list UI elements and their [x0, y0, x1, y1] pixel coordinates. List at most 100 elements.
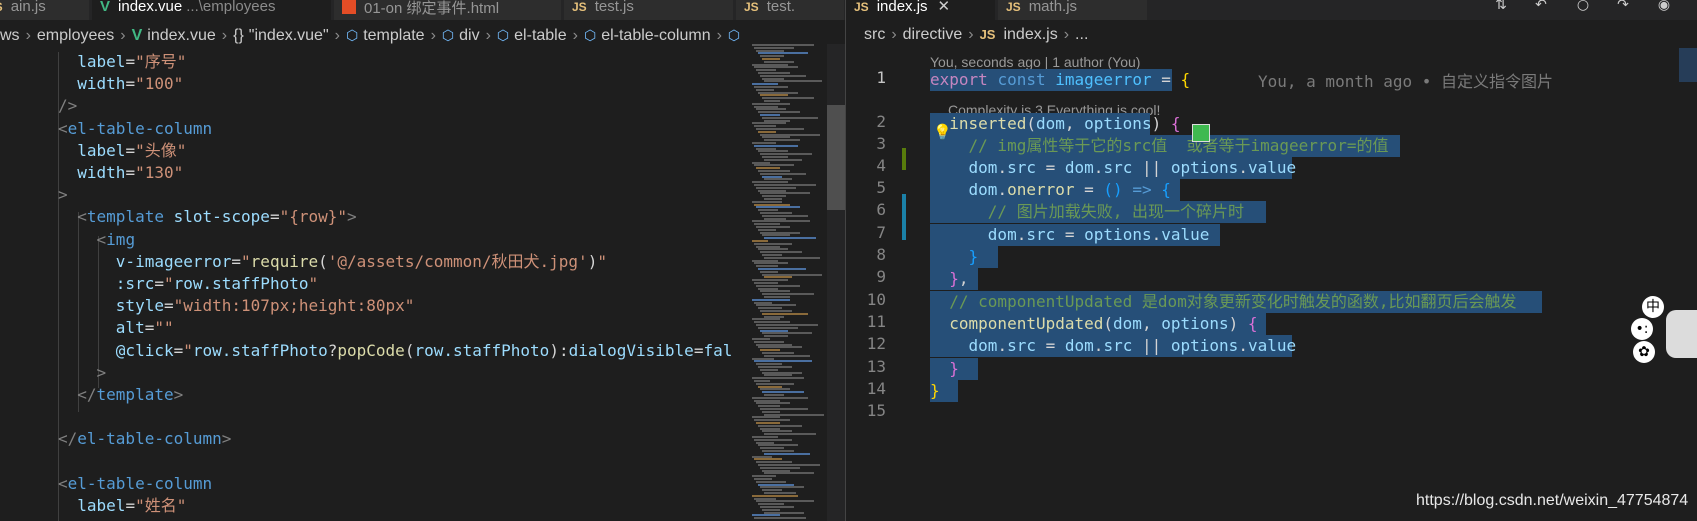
code-line[interactable]: dom.onerror = () => {	[930, 178, 1171, 202]
code-token: options	[1170, 158, 1239, 177]
code-line[interactable]: }	[930, 357, 959, 381]
code-token: "{row}"	[279, 207, 348, 227]
minimap-row	[754, 125, 776, 128]
code-line[interactable]: width="100"	[58, 72, 183, 96]
minimap-row	[758, 483, 794, 486]
left-code-area[interactable]: label="序号" width="100"/> <el-table-column…	[58, 44, 748, 521]
breadcrumb-item[interactable]: src	[864, 26, 885, 43]
minimap-row	[754, 282, 778, 284]
code-token: >	[173, 385, 184, 404]
code-line[interactable]: alt=""	[58, 316, 174, 340]
breadcrumb-item[interactable]: template	[363, 27, 424, 44]
overview-ruler-selection	[1679, 48, 1697, 82]
minimap-row	[752, 396, 808, 399]
code-line[interactable]: style="width:107px;height:80px"	[58, 294, 415, 318]
code-line[interactable]: // componentUpdated 是dom对象更新变化时触发的函数,比如翻…	[930, 290, 1516, 314]
breadcrumb-item[interactable]: "index.vue"	[249, 27, 329, 44]
tab-index-vue[interactable]: Vindex.vue ...\employees	[92, 0, 332, 20]
code-line[interactable]: label="头像"	[58, 139, 186, 163]
code-line[interactable]: >	[58, 183, 68, 207]
code-line[interactable]: :src="row.staffPhoto"	[58, 272, 318, 296]
code-line[interactable]: // 图片加载失败, 出现一个碎片时	[930, 200, 1244, 224]
lightbulb-icon[interactable]: 💡	[933, 123, 952, 141]
ime-punctuation-icon[interactable]: •:	[1631, 318, 1653, 340]
code-token: "	[183, 340, 193, 360]
code-line[interactable]: width="130"	[58, 161, 183, 185]
minimap[interactable]	[748, 44, 828, 521]
code-line[interactable]: v-imageerror="require('@/assets/common/秋…	[58, 250, 607, 274]
code-token: =	[125, 74, 136, 94]
code-line[interactable]: }	[930, 245, 979, 269]
breadcrumb-item[interactable]: employees	[37, 27, 114, 44]
code-token: v-imageerror	[115, 251, 232, 271]
code-line[interactable]: label="序号"	[58, 50, 186, 74]
breadcrumb-item[interactable]: div	[459, 27, 479, 44]
code-token: export	[930, 70, 988, 89]
breadcrumb-item[interactable]: el-table	[514, 27, 566, 44]
tab-main-js[interactable]: JS ain.js	[0, 0, 90, 20]
code-line[interactable]: dom.src = dom.src || options.value	[930, 334, 1297, 358]
code-line[interactable]: componentUpdated(dom, options) {	[930, 312, 1258, 336]
code-token: {	[1247, 314, 1258, 333]
minimap-row	[754, 399, 780, 402]
code-line[interactable]: <template slot-scope="{row}">	[58, 205, 356, 229]
color-swatch-icon[interactable]	[1192, 124, 1210, 142]
ime-chinese-icon[interactable]: 中	[1642, 296, 1664, 318]
code-line[interactable]: }	[930, 379, 940, 403]
code-token: }	[949, 269, 959, 288]
minimap-row	[764, 158, 802, 161]
tab-test-partial[interactable]: JS test.	[736, 0, 845, 20]
minimap-row	[760, 408, 808, 410]
code-line[interactable]: export const imageerror = {	[930, 68, 1190, 92]
code-token: const	[997, 70, 1046, 89]
code-line[interactable]: <el-table-column	[58, 472, 212, 496]
breadcrumb-item[interactable]: el-table-column	[601, 27, 710, 44]
code-token: ||	[1132, 336, 1171, 355]
code-token: dom	[968, 336, 998, 355]
code-line[interactable]: inserted(dom, options) {	[930, 112, 1180, 136]
code-token: el-table-column	[67, 473, 213, 493]
code-token: "	[308, 274, 319, 293]
minimap-row	[754, 46, 794, 49]
minimap-row	[762, 489, 782, 492]
minimap-row	[762, 371, 802, 374]
code-line[interactable]: <img	[58, 228, 136, 252]
minimap-row	[756, 186, 796, 189]
code-line[interactable]: dom.src = options.value	[930, 223, 1210, 247]
minimap-row	[756, 206, 800, 209]
minimap-row	[762, 58, 780, 60]
code-token: =	[173, 340, 184, 360]
code-token: dom	[1113, 314, 1142, 333]
code-line[interactable]: label="姓名"	[58, 494, 186, 518]
code-line[interactable]: </el-table-column>	[58, 427, 231, 451]
minimap-row	[758, 307, 782, 310]
code-token: )	[587, 251, 598, 271]
scrollbar-thumb[interactable]	[827, 105, 845, 210]
left-tab-bar: JS ain.js Vindex.vue...\employees 01-on 绑…	[0, 0, 845, 20]
minimap-row	[756, 88, 774, 91]
code-token: <	[58, 118, 68, 138]
code-line[interactable]: <el-table-column	[58, 117, 212, 141]
minimap-row	[762, 273, 822, 276]
tab-test-js[interactable]: JS test.js	[564, 0, 734, 20]
minimap-row	[762, 508, 780, 511]
minimap-row	[752, 279, 788, 282]
code-token: )	[1228, 314, 1248, 333]
code-line[interactable]: @click="row.staffPhoto?popCode(row.staff…	[58, 339, 733, 363]
minimap-row	[752, 122, 786, 125]
code-line[interactable]: </template>	[58, 383, 183, 407]
code-line[interactable]: dom.src = dom.src || options.value	[930, 156, 1297, 180]
code-line[interactable]: },	[930, 267, 968, 291]
minimap-row	[756, 167, 780, 170]
code-token: (	[1103, 314, 1114, 333]
code-line[interactable]: // img属性等于它的src值 或者等于imageerror=的值	[930, 134, 1389, 158]
code-token: value	[1161, 225, 1210, 244]
code-line[interactable]: />	[58, 94, 77, 118]
tab-html-file[interactable]: 01-on 绑定事件.html	[334, 0, 562, 20]
breadcrumb-item[interactable]: ws	[0, 27, 20, 44]
minimap-row	[752, 514, 780, 517]
ime-skin-icon[interactable]: ✿	[1633, 341, 1655, 363]
breadcrumb-item[interactable]: index.vue	[147, 27, 216, 44]
code-line[interactable]: >	[58, 361, 107, 385]
